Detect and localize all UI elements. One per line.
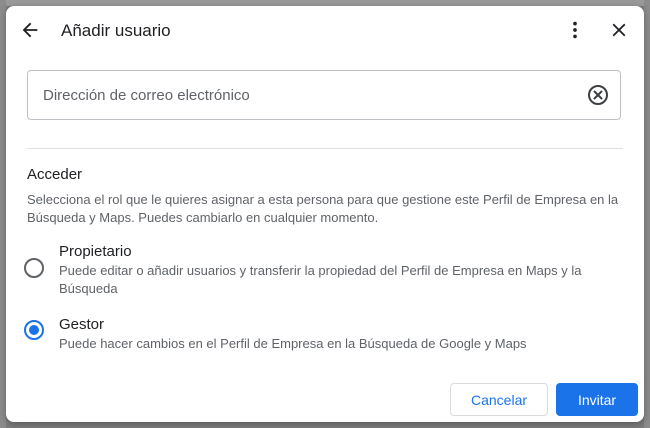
role-label-owner[interactable]: Propietario	[59, 243, 132, 260]
role-label-manager[interactable]: Gestor	[59, 316, 104, 333]
role-description-owner: Puede editar o añadir usuarios y transfe…	[59, 263, 582, 296]
cancel-button[interactable]: Cancelar	[450, 383, 548, 416]
email-field[interactable]: Dirección de correo electrónico	[27, 70, 621, 120]
role-description-manager: Puede hacer cambios en el Perfil de Empr…	[59, 336, 527, 351]
back-button[interactable]	[14, 14, 46, 46]
dialog-header: Añadir usuario	[6, 6, 644, 54]
page-backdrop-right	[644, 0, 650, 428]
section-divider	[27, 148, 623, 149]
role-radio-owner[interactable]	[24, 258, 44, 278]
close-icon	[612, 23, 626, 37]
clear-email-button[interactable]	[586, 83, 610, 107]
arrow-left-icon	[22, 22, 38, 38]
clear-circle-icon	[588, 85, 608, 105]
invite-button[interactable]: Invitar	[556, 383, 638, 416]
add-user-dialog: Añadir usuario Dirección de correo elect…	[6, 6, 644, 422]
close-button[interactable]	[603, 14, 635, 46]
dialog-title: Añadir usuario	[61, 21, 171, 40]
access-title: Acceder	[27, 166, 83, 183]
email-placeholder: Dirección de correo electrónico	[43, 87, 250, 104]
role-radio-manager[interactable]	[24, 320, 44, 340]
more-vert-icon	[573, 21, 577, 39]
more-options-button[interactable]	[559, 14, 591, 46]
access-description: Selecciona el rol que le quieres asignar…	[27, 192, 619, 225]
radio-selected-dot	[29, 325, 39, 335]
